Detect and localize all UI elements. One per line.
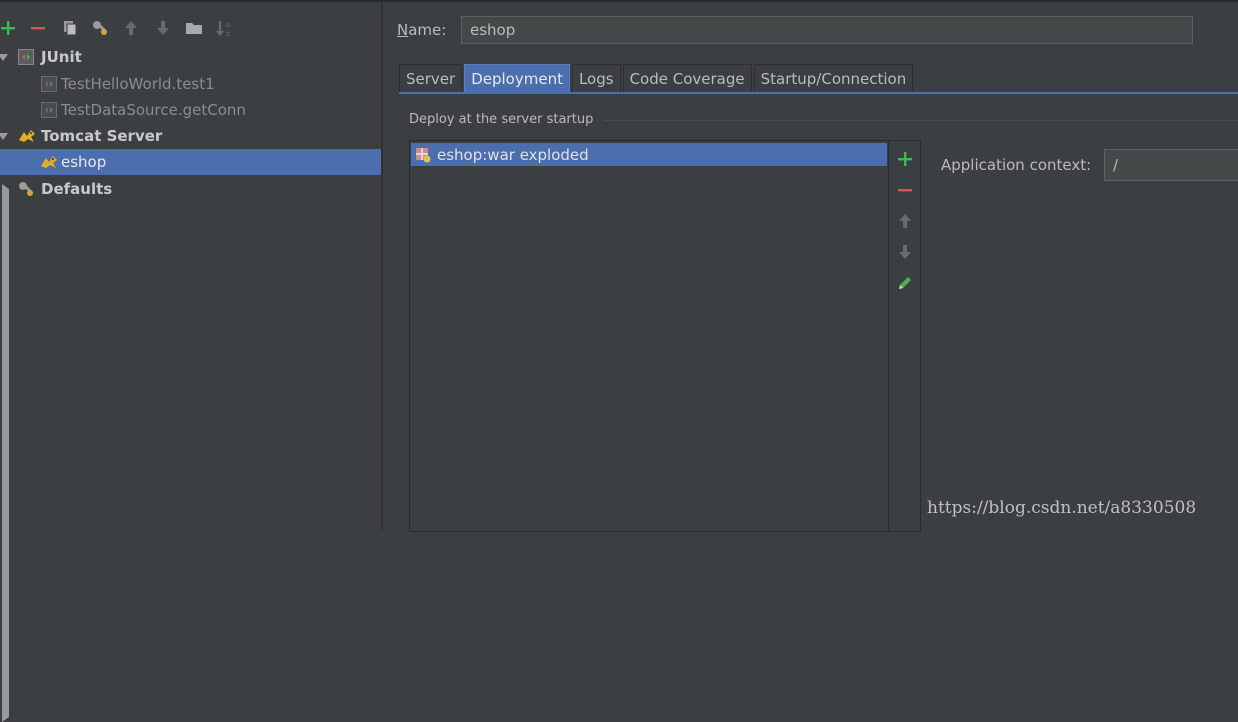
application-context-field[interactable]: / (1104, 149, 1238, 181)
move-up-icon[interactable] (889, 206, 921, 236)
tree-item-eshop[interactable]: eshop (0, 149, 381, 175)
deploy-section-title: Deploy at the server startup (409, 112, 594, 127)
svg-text:z: z (226, 30, 230, 37)
tree-group-defaults[interactable]: Defaults (0, 176, 864, 722)
junit-test-icon (41, 76, 57, 96)
add-icon[interactable] (889, 144, 921, 174)
tree-item-label: TestHelloWorld.test1 (61, 75, 215, 93)
tomcat-icon (40, 154, 58, 174)
name-field[interactable] (461, 16, 1193, 44)
expand-arrow-icon[interactable] (0, 54, 8, 61)
wrench-icon[interactable] (88, 14, 112, 42)
expand-arrow-icon[interactable] (0, 133, 8, 140)
move-down-icon[interactable] (151, 14, 175, 42)
run-config-tree-panel: az JUnit TestHelloWorld.test1 TestDataSo… (0, 2, 864, 722)
list-item-eshop-war-exploded[interactable]: eshop:war exploded (411, 143, 887, 166)
tree-item-label: TestDataSource.getConn (61, 101, 246, 119)
tree-item-testdatasource[interactable]: TestDataSource.getConn (0, 97, 381, 123)
svg-text:a: a (226, 21, 230, 29)
junit-icon (18, 49, 34, 69)
move-down-icon[interactable] (889, 237, 921, 267)
tab-server[interactable]: Server (399, 64, 463, 92)
tab-underline (399, 92, 1238, 94)
artifact-war-icon (415, 147, 431, 163)
tree-group-tomcat-server[interactable]: Tomcat Server (0, 123, 381, 149)
tree-item-label: eshop (61, 153, 107, 171)
application-context-label: Application context: (941, 156, 1092, 174)
run-config-editor: Name: Server Deployment Logs Code Covera… (383, 2, 1238, 532)
tree-group-label: JUnit (41, 48, 82, 66)
move-up-icon[interactable] (119, 14, 143, 42)
name-label: Name: (397, 21, 447, 39)
tree-group-label: Defaults (41, 180, 113, 198)
tab-logs[interactable]: Logs (571, 64, 621, 92)
artifact-label: eshop:war exploded (437, 145, 589, 164)
tab-deployment[interactable]: Deployment (464, 64, 570, 92)
tree-toolbar: az (0, 14, 381, 42)
remove-icon[interactable] (889, 175, 921, 205)
copy-icon[interactable] (58, 14, 82, 42)
junit-test-icon (41, 102, 57, 122)
folder-icon[interactable] (182, 14, 206, 42)
add-icon[interactable] (0, 14, 20, 42)
tree-item-testhelloworld[interactable]: TestHelloWorld.test1 (0, 71, 381, 97)
section-divider (603, 120, 1238, 121)
wrench-icon (17, 180, 35, 202)
deployment-side-toolbar (889, 140, 921, 532)
deployment-artifact-list[interactable]: eshop:war exploded (409, 140, 889, 532)
tab-startup-connection[interactable]: Startup/Connection (753, 64, 914, 92)
watermark-text: https://blog.csdn.net/a8330508 (927, 498, 1197, 518)
remove-icon[interactable] (26, 14, 50, 42)
name-label-rest: ame: (408, 21, 447, 39)
tree-group-label: Tomcat Server (41, 127, 163, 145)
sort-az-icon[interactable]: az (213, 14, 237, 42)
tomcat-icon (18, 128, 36, 148)
edit-icon[interactable] (889, 268, 921, 298)
config-tabs: Server Deployment Logs Code Coverage Sta… (399, 64, 915, 92)
tab-code-coverage[interactable]: Code Coverage (622, 64, 752, 92)
